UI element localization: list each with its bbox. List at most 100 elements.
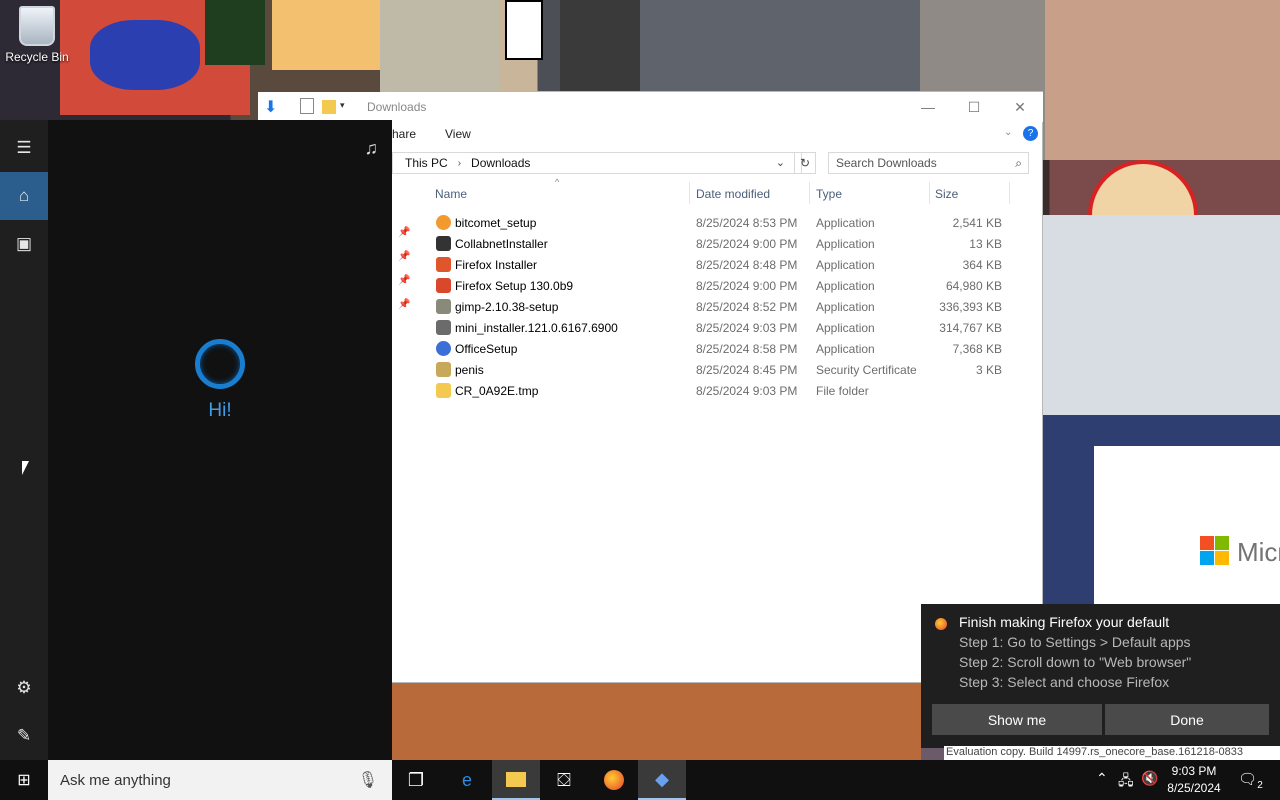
file-row[interactable]: penis 8/25/2024 8:45 PM Security Certifica… <box>392 359 1043 380</box>
microphone-icon[interactable]: 🎙 <box>358 770 378 790</box>
file-name: CollabnetInstaller <box>455 237 548 251</box>
properties-icon[interactable] <box>300 98 314 114</box>
office-setup-button[interactable]: ◆ <box>638 760 686 800</box>
new-folder-icon[interactable] <box>322 100 336 114</box>
column-size[interactable]: Size <box>935 187 958 201</box>
file-type: Application <box>816 342 875 356</box>
close-button[interactable]: ✕ <box>997 92 1043 122</box>
file-name: gimp-2.10.38-setup <box>455 300 559 314</box>
clock-date: 8/25/2024 <box>1167 781 1221 795</box>
column-name[interactable]: Name <box>435 187 467 201</box>
file-row[interactable]: CR_0A92E.tmp 8/25/2024 9:03 PM File folder <box>392 380 1043 401</box>
edge-icon: e <box>461 769 472 790</box>
microsoft-brand-text: Micr <box>1237 537 1280 567</box>
explorer-title-bar[interactable]: ⬇ ▾ Downloads — ☐ ✕ <box>258 92 1043 122</box>
feedback-button[interactable]: ✎ <box>0 712 48 760</box>
feedback-icon: ✎ <box>16 726 32 745</box>
file-date-modified: 8/25/2024 9:03 PM <box>696 384 798 398</box>
mouse-cursor-icon <box>22 461 29 475</box>
file-type: Application <box>816 279 875 293</box>
cortana-search-box[interactable]: Ask me anything 🎙 <box>48 760 392 800</box>
refresh-button[interactable]: ↻ <box>794 152 816 174</box>
firefox-icon <box>604 770 624 790</box>
volume-muted-icon[interactable]: 🔇 <box>1141 770 1158 787</box>
file-row[interactable]: Firefox Installer 8/25/2024 8:48 PM Applic… <box>392 254 1043 275</box>
maximize-button[interactable]: ☐ <box>951 92 997 122</box>
file-name: Firefox Installer <box>455 258 538 272</box>
tab-share[interactable]: hare <box>392 127 416 141</box>
file-explorer-window: ⬇ ▾ Downloads — ☐ ✕ hare View ⌄ ? This P… <box>258 91 1043 683</box>
refresh-icon: ↻ <box>799 156 811 170</box>
cortana-panel: ☰ ⌂ ▣ ⚙ ✎ ♫ Hi! <box>0 120 392 760</box>
show-hidden-icons-button[interactable]: ⌃ <box>1096 770 1108 787</box>
quick-access-down-arrow-icon[interactable]: ⬇ <box>264 97 277 117</box>
show-me-button[interactable]: Show me <box>932 704 1102 735</box>
file-row[interactable]: gimp-2.10.38-setup 8/25/2024 8:52 PM Appli… <box>392 296 1043 317</box>
music-search-icon[interactable]: ♫ <box>365 138 379 159</box>
store-button[interactable]: ⛋ <box>540 760 588 800</box>
file-size: 364 KB <box>962 258 1002 272</box>
address-dropdown-icon[interactable]: ⌄ <box>776 156 785 169</box>
network-icon[interactable]: 🖧 <box>1118 770 1134 794</box>
task-view-button[interactable]: ❐ <box>392 760 440 800</box>
search-input[interactable]: Search Downloads ⌕ <box>828 152 1029 174</box>
file-name: OfficeSetup <box>455 342 518 356</box>
file-size: 314,767 KB <box>939 321 1002 335</box>
column-headers: ^ Name Date modified Type Size <box>392 177 1043 204</box>
address-bar[interactable]: This PC › Downloads ⌄ <box>392 152 802 174</box>
column-type[interactable]: Type <box>816 187 842 201</box>
start-button[interactable]: ⊞ <box>0 760 48 800</box>
file-date-modified: 8/25/2024 8:58 PM <box>696 342 798 356</box>
gear-icon: ⚙ <box>16 678 32 697</box>
bitcomet-icon <box>436 215 451 230</box>
file-row[interactable]: bitcomet_setup 8/25/2024 8:53 PM Applicati… <box>392 212 1043 233</box>
file-date-modified: 8/25/2024 8:53 PM <box>696 216 798 230</box>
home-button[interactable]: ⌂ <box>0 172 48 220</box>
notebook-button[interactable]: ▣ <box>0 220 48 268</box>
breadcrumb-downloads[interactable]: Downloads <box>471 156 530 170</box>
hamburger-menu-button[interactable]: ☰ <box>0 124 48 172</box>
file-date-modified: 8/25/2024 8:48 PM <box>696 258 798 272</box>
action-center-button[interactable]: 🗨 2 <box>1238 770 1267 791</box>
ribbon-expand-icon[interactable]: ⌄ <box>1004 127 1012 138</box>
recycle-bin[interactable]: Recycle Bin <box>4 6 70 64</box>
file-date-modified: 8/25/2024 9:03 PM <box>696 321 798 335</box>
file-explorer-button[interactable] <box>492 760 540 800</box>
file-date-modified: 8/25/2024 9:00 PM <box>696 279 798 293</box>
cortana-greeting: Hi! <box>208 400 232 421</box>
task-view-icon: ❐ <box>407 769 425 790</box>
recycle-bin-label: Recycle Bin <box>5 50 69 64</box>
file-name: penis <box>455 363 484 377</box>
done-button[interactable]: Done <box>1105 704 1269 735</box>
help-icon[interactable]: ? <box>1023 126 1038 141</box>
edge-button[interactable]: e <box>443 760 491 800</box>
file-row[interactable]: mini_installer.121.0.6167.6900 8/25/2024 … <box>392 317 1043 338</box>
column-date-modified[interactable]: Date modified <box>696 187 770 201</box>
firefox-button[interactable] <box>590 760 638 800</box>
file-name: mini_installer.121.0.6167.6900 <box>455 321 618 335</box>
settings-button[interactable]: ⚙ <box>0 664 48 712</box>
tab-view[interactable]: View <box>445 127 471 141</box>
cortana-ring-icon <box>195 339 245 389</box>
breadcrumb-this-pc[interactable]: This PC <box>405 156 448 170</box>
office-icon <box>436 341 451 356</box>
minimize-button[interactable]: — <box>905 92 951 122</box>
clock-time: 9:03 PM <box>1171 764 1217 778</box>
recycle-bin-icon <box>19 6 55 46</box>
file-type: File folder <box>816 384 869 398</box>
file-size: 336,393 KB <box>939 300 1002 314</box>
file-row[interactable]: Firefox Setup 130.0b9 8/25/2024 9:00 PM Ap… <box>392 275 1043 296</box>
customize-dropdown-icon[interactable]: ▾ <box>340 100 345 111</box>
firefox-default-toast[interactable]: Finish making Firefox your default Step … <box>921 604 1280 748</box>
installer-icon <box>436 236 451 251</box>
clock[interactable]: 9:03 PM 8/25/2024 <box>1158 763 1230 797</box>
search-placeholder: Search Downloads <box>836 156 937 170</box>
evaluation-watermark: Evaluation copy. Build 14997.rs_onecore_… <box>944 746 1280 760</box>
file-size: 3 KB <box>975 363 1002 377</box>
office-icon: ◆ <box>655 768 669 789</box>
file-row[interactable]: CollabnetInstaller 8/25/2024 9:00 PM Appli… <box>392 233 1043 254</box>
breadcrumb-separator-icon: › <box>457 157 462 169</box>
store-icon: ⛋ <box>557 769 571 790</box>
file-row[interactable]: OfficeSetup 8/25/2024 8:58 PM Application 7… <box>392 338 1043 359</box>
file-type: Application <box>816 300 875 314</box>
